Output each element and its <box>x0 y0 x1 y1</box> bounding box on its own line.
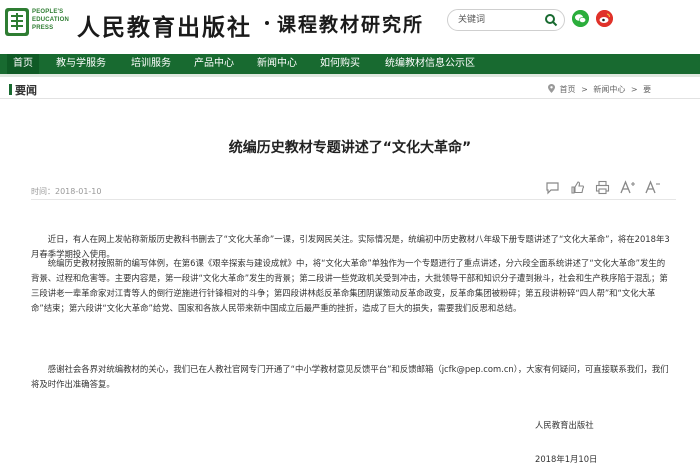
brand-separator <box>265 21 269 25</box>
font-increase-icon[interactable] <box>620 180 635 195</box>
search-icon[interactable] <box>544 13 558 27</box>
wechat-icon[interactable] <box>572 10 589 27</box>
breadcrumb-separator: > <box>581 85 588 94</box>
nav-item-home[interactable]: 首页 <box>7 54 39 74</box>
section-marker <box>9 84 12 95</box>
nav-item-teaching-services[interactable]: 教与学服务 <box>56 54 106 74</box>
article-title: 统编历史教材专题讲述了“文化大革命” <box>228 140 472 156</box>
weibo-icon[interactable] <box>596 10 613 27</box>
nav-item-textbook-info[interactable]: 统编教材信息公示区 <box>385 54 475 74</box>
nav-item-training[interactable]: 培训服务 <box>131 54 171 74</box>
article-meta: 时间：2018-01-10 <box>31 180 676 200</box>
comment-icon[interactable] <box>545 180 560 195</box>
article-sign-date: 2018年1月10日 <box>535 454 598 464</box>
article-paragraph: 感谢社会各界对统编教材的关心，我们已在人教社官网专门开通了“中小学教材意见反馈平… <box>31 364 669 389</box>
article-tools <box>545 180 670 196</box>
sub-brand-name[interactable]: 课程教材研究所 <box>277 10 424 37</box>
font-decrease-icon[interactable] <box>645 180 660 195</box>
location-icon <box>548 84 555 93</box>
nav-item-purchase[interactable]: 如何购买 <box>320 54 360 74</box>
search-box <box>447 9 565 31</box>
breadcrumb: 首页 > 新闻中心 > 要 <box>548 84 654 95</box>
nav-shadow <box>0 74 700 77</box>
article-signature: 人民教育出版社 <box>535 420 594 430</box>
section-title: 要闻 <box>15 84 37 97</box>
logo-mark-icon[interactable] <box>4 7 30 37</box>
breadcrumb-separator: > <box>630 85 638 94</box>
nav-item-news[interactable]: 新闻中心 <box>257 54 297 74</box>
print-icon[interactable] <box>595 180 610 195</box>
breadcrumb-current[interactable]: 要 <box>643 85 651 94</box>
breadcrumb-news-link[interactable]: 新闻中心 <box>593 85 625 94</box>
nav-item-products[interactable]: 产品中心 <box>194 54 234 74</box>
brand-name[interactable]: 人民教育出版社 <box>77 8 252 42</box>
breadcrumb-home-link[interactable]: 首页 <box>560 85 576 94</box>
site-header: PEOPLE'S EDUCATION PRESS 人民教育出版社 课程教材研究所 <box>0 0 700 48</box>
publish-date: 时间：2018-01-10 <box>31 187 102 196</box>
logo-text: PEOPLE'S EDUCATION PRESS <box>32 9 70 31</box>
search-input[interactable] <box>458 13 546 27</box>
article-paragraph: 统编历史教材按照新的编写体例，在第6课《艰辛探索与建设成就》中，将“文化大革命”… <box>31 258 668 313</box>
main-nav: 首页 教与学服务 培训服务 产品中心 新闻中心 如何购买 统编教材信息公示区 <box>0 54 700 74</box>
breadcrumb-bar: 要闻 首页 > 新闻中心 > 要 <box>0 80 700 99</box>
thumbs-up-icon[interactable] <box>570 180 585 195</box>
